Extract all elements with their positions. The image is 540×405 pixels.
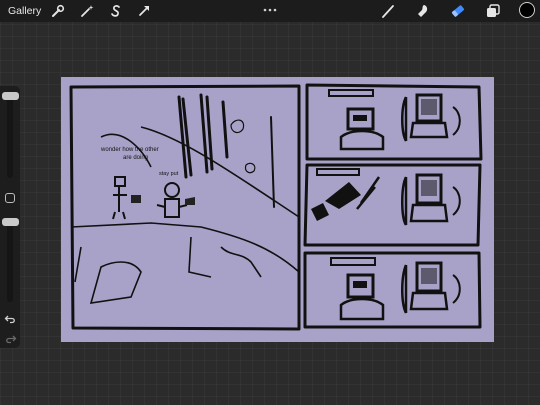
layers-icon[interactable] xyxy=(485,3,501,19)
modify-square-icon[interactable] xyxy=(5,193,15,203)
comic-sketch: wonder how the other are doing stay put xyxy=(69,83,483,331)
redo-icon[interactable] xyxy=(4,331,17,344)
more-options-icon[interactable] xyxy=(262,1,278,12)
left-sidebar xyxy=(0,86,20,348)
current-color-swatch[interactable] xyxy=(519,2,535,18)
panel-1-sketch xyxy=(328,89,461,151)
sketch-label: stay put xyxy=(159,171,179,177)
transform-arrow-icon[interactable] xyxy=(136,3,152,19)
selection-s-icon[interactable] xyxy=(108,3,124,19)
opacity-handle[interactable] xyxy=(2,218,19,226)
sketch-text-line1: wonder how the other xyxy=(100,147,159,153)
sketch-text-line2: are doing xyxy=(123,155,148,161)
drawing-canvas[interactable]: wonder how the other are doing stay put xyxy=(61,77,494,342)
smudge-icon[interactable] xyxy=(415,3,431,19)
brush-size-slider[interactable] xyxy=(7,92,13,178)
eraser-icon[interactable] xyxy=(450,3,466,19)
brush-size-handle[interactable] xyxy=(2,92,19,100)
top-toolbar: Gallery xyxy=(0,0,540,22)
brush-icon[interactable] xyxy=(380,3,396,19)
panel-2-sketch xyxy=(311,168,461,226)
panel-3-sketch xyxy=(330,257,461,321)
magic-wand-icon[interactable] xyxy=(79,3,95,19)
wrench-icon[interactable] xyxy=(50,3,66,19)
opacity-slider[interactable] xyxy=(7,218,13,302)
undo-icon[interactable] xyxy=(4,311,17,324)
gallery-button[interactable]: Gallery xyxy=(8,3,41,19)
